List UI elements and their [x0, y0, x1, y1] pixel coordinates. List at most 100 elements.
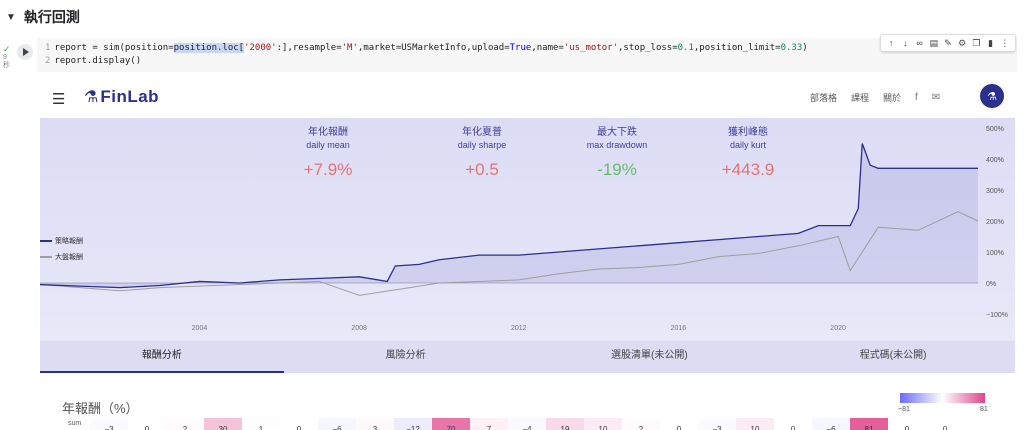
- annual-returns-section: 年報酬（%） −81 81 sum −3 0 2 30 1 0 −6 3 −12 70 7 −4 19 1…: [40, 378, 1015, 430]
- stat-value: -19%: [597, 160, 637, 179]
- facebook-icon[interactable]: f: [915, 92, 918, 103]
- stat-label-zh: 年化夏普: [462, 127, 502, 138]
- legend-swatch: [40, 240, 52, 242]
- tab-risk-analysis[interactable]: 風險分析: [284, 341, 528, 373]
- heatmap-cell: 30: [204, 418, 242, 430]
- color-scale-bar: [900, 393, 985, 403]
- y-tick-label: 200%: [986, 219, 1004, 226]
- nav-links: 部落格 課程 關於 f ✉: [810, 91, 954, 104]
- tab-stock-list[interactable]: 選股清單(未公開): [528, 341, 772, 373]
- arrow-up-icon[interactable]: ↑: [884, 38, 898, 48]
- heatmap-cell: 0: [926, 418, 964, 430]
- code-token: report.display(): [54, 56, 142, 66]
- x-tick-label: 2004: [192, 325, 208, 332]
- copy-icon[interactable]: ❐: [969, 38, 983, 49]
- heatmap-row-label: sum: [68, 420, 82, 427]
- stat-label-en: daily mean: [306, 140, 350, 150]
- code-token: 'M': [341, 43, 358, 53]
- trash-icon[interactable]: ▮: [984, 38, 998, 49]
- code-token: ,name=: [531, 43, 564, 53]
- code-token: 0.33: [780, 43, 803, 53]
- line-number: 1: [45, 43, 51, 53]
- code-token: ): [802, 43, 808, 53]
- cell-gutter: ✓ 9 秒: [0, 34, 16, 430]
- performance-chart: 500% 400% 300% 200% 100% 0% −100% 2004 2008 2012 2…: [40, 118, 1015, 341]
- legend-label: 大盤報酬: [55, 254, 83, 261]
- heatmap-cell: 10: [584, 418, 622, 430]
- x-tick-label: 2012: [511, 325, 527, 332]
- annual-returns-title: 年報酬（%）: [62, 401, 139, 416]
- exec-time: 9 秒: [3, 54, 10, 69]
- heatmap-cell: 10: [736, 418, 774, 430]
- nav-link-about[interactable]: 關於: [883, 91, 901, 104]
- stat-value: +0.5: [465, 160, 499, 179]
- y-tick-label: −100%: [986, 312, 1008, 319]
- code-token: ,stop_loss=: [618, 43, 678, 53]
- y-tick-label: 0%: [986, 281, 996, 288]
- heatmap-cell: 1: [258, 425, 264, 430]
- code-token: '2000': [244, 43, 277, 53]
- nav-link-blog[interactable]: 部落格: [810, 91, 837, 104]
- run-cell-button[interactable]: [17, 44, 33, 60]
- avatar[interactable]: ⚗: [980, 84, 1004, 108]
- line-number: 2: [45, 56, 51, 66]
- heatmap-cell: −3: [698, 418, 736, 430]
- code-token: report = sim(position=: [54, 43, 174, 53]
- more-icon[interactable]: ⋮: [998, 38, 1012, 49]
- heatmap-cell: 2: [182, 425, 188, 430]
- heatmap-row: sum −3 0 2 30 1 0 −6 3 −12 70 7 −4 19 10 2 0 −3 10 0 −6 81 0 0: [68, 418, 964, 430]
- tab-return-analysis[interactable]: 報酬分析: [40, 341, 284, 373]
- legend-item-benchmark[interactable]: 大盤報酬: [40, 252, 83, 262]
- code-token: ,position_limit=: [693, 43, 781, 53]
- legend-item-strategy[interactable]: 策略報酬: [40, 236, 83, 246]
- code-token: 'us_motor': [563, 43, 619, 53]
- stat-max-drawdown: 最大下跌 max drawdown -19%: [557, 126, 677, 182]
- code-editor[interactable]: 1 report = sim(position=position.loc['200…: [37, 38, 1017, 72]
- heatmap-cell: 0: [660, 418, 698, 430]
- heatmap-cell: −3: [90, 418, 128, 430]
- y-tick-label: 300%: [986, 188, 1004, 195]
- gear-icon[interactable]: ⚙: [955, 38, 969, 49]
- mail-icon[interactable]: ✉: [932, 92, 940, 103]
- heatmap-cell: 19: [546, 418, 584, 430]
- section-title: 執行回測: [23, 9, 80, 25]
- cell-toolbar: ↑ ↓ ∞ ▤ ✎ ⚙ ❐ ▮ ⋮: [880, 34, 1016, 52]
- cell-output: ☰ ⚗ FinLab 部落格 課程 關於 f ✉ ⚗ 500% 400% 300% 2…: [40, 78, 1015, 430]
- stat-label-en: daily sharpe: [457, 140, 507, 150]
- heatmap-cell: 7: [470, 418, 508, 430]
- legend-swatch: [40, 256, 52, 258]
- tab-source-code[interactable]: 程式碼(未公開): [771, 341, 1015, 373]
- code-token: True: [509, 43, 532, 53]
- stats-row: 年化報酬 daily mean +7.9% 年化夏普 daily sharpe …: [40, 126, 1015, 186]
- stat-sharpe: 年化夏普 daily sharpe +0.5: [422, 126, 542, 182]
- play-icon: [23, 48, 29, 56]
- stat-value: +443.9: [721, 160, 775, 179]
- stat-value: +7.9%: [303, 160, 353, 179]
- stat-kurtosis: 獲利峰態 daily kurt +443.9: [688, 126, 808, 182]
- nav-link-courses[interactable]: 課程: [851, 91, 869, 104]
- code-token-selected: position.loc[: [173, 43, 245, 53]
- legend-label: 策略報酬: [55, 238, 83, 245]
- hamburger-menu-icon[interactable]: ☰: [52, 90, 65, 108]
- heatmap-cell: 0: [888, 418, 926, 430]
- section-header[interactable]: ▼ 執行回測: [0, 0, 1024, 34]
- link-icon[interactable]: ∞: [913, 38, 927, 48]
- comment-icon[interactable]: ▤: [927, 38, 941, 49]
- code-token: :],resample=: [276, 43, 342, 53]
- stat-label-en: daily kurt: [729, 140, 766, 150]
- heatmap-cell: −6: [318, 418, 356, 430]
- arrow-down-icon[interactable]: ↓: [898, 38, 912, 48]
- stat-label-en: max drawdown: [586, 140, 648, 150]
- code-token: ,market=USMarketInfo,upload=: [357, 43, 510, 53]
- brand-logo[interactable]: ⚗ FinLab: [84, 87, 159, 107]
- collapse-caret-icon[interactable]: ▼: [6, 12, 16, 23]
- heatmap-cell: 70: [432, 418, 470, 430]
- code-cell[interactable]: ✓ 9 秒 1 report = sim(position=position.lo…: [0, 34, 1024, 430]
- color-scale-max: 81: [980, 406, 988, 413]
- x-tick-label: 2008: [351, 325, 367, 332]
- heatmap-cell: −4: [508, 418, 546, 430]
- stat-label-zh: 最大下跌: [597, 127, 637, 138]
- y-tick-label: 100%: [986, 250, 1004, 257]
- heatmap-cell: 0: [280, 418, 318, 430]
- edit-icon[interactable]: ✎: [941, 38, 955, 49]
